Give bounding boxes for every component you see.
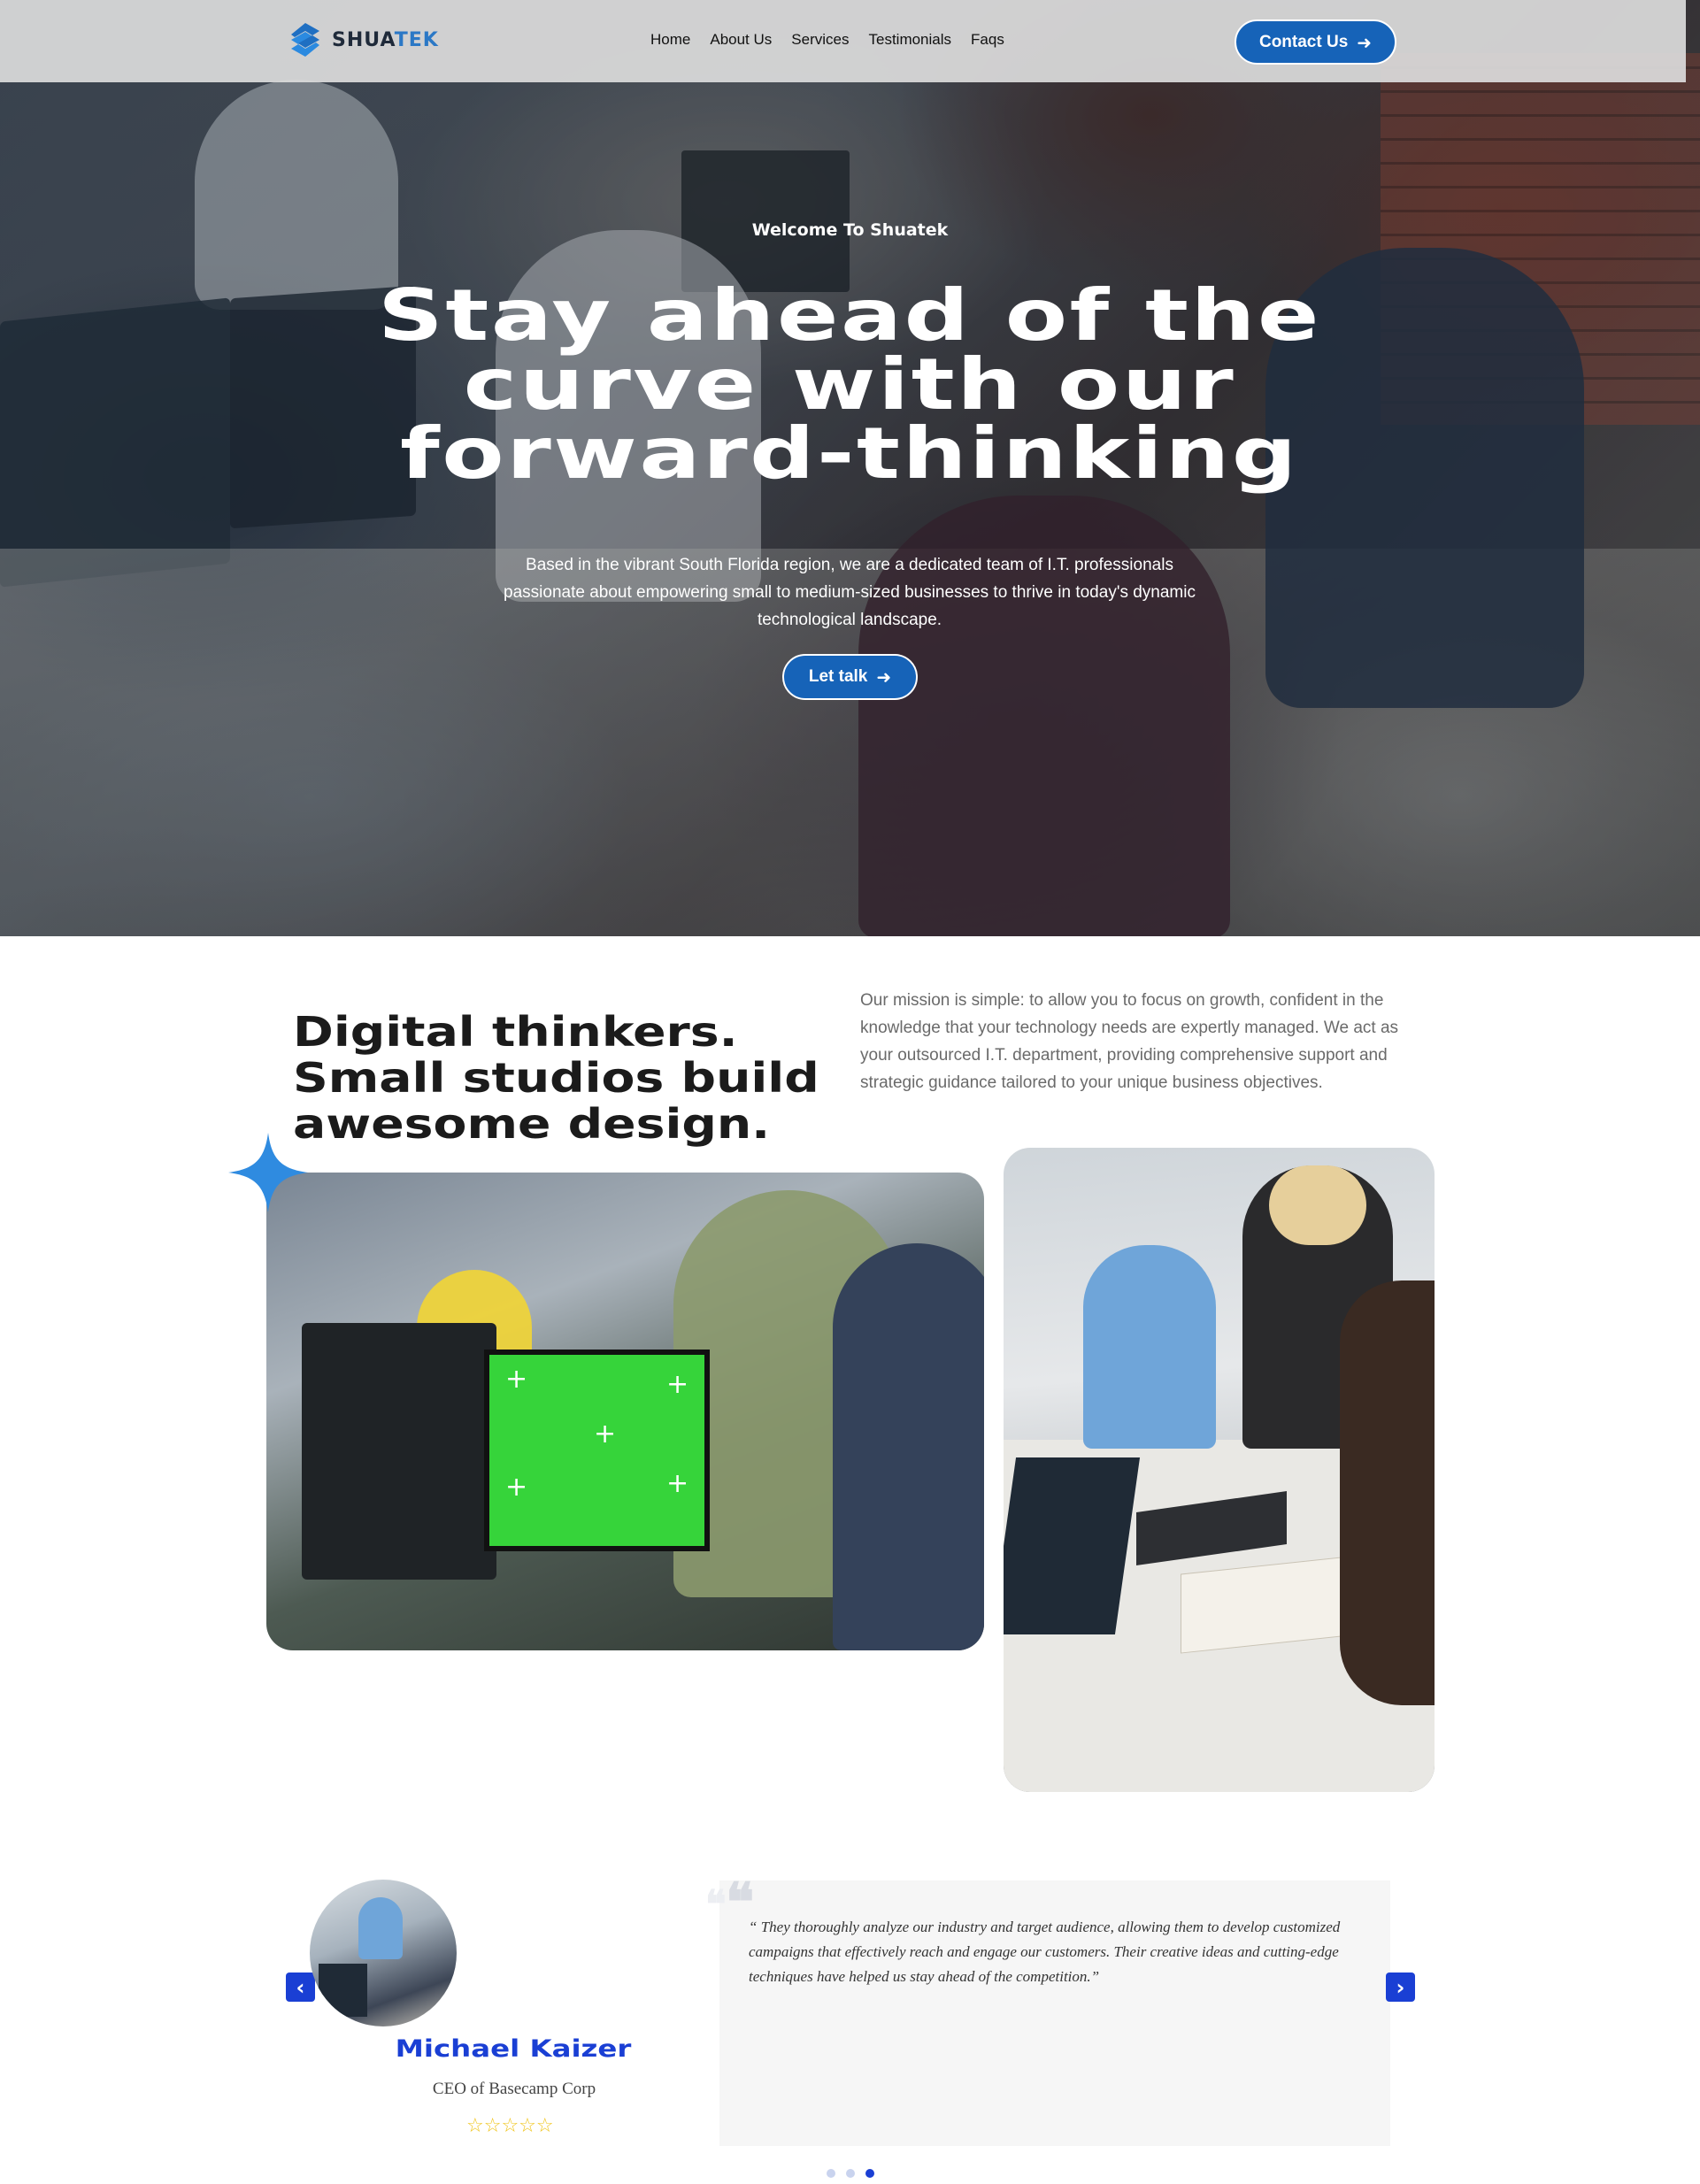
nav-home[interactable]: Home: [650, 31, 690, 49]
testimonial-avatar: [310, 1880, 457, 2026]
image-person: [833, 1243, 984, 1650]
hero-description: Based in the vibrant South Florida regio…: [504, 556, 1196, 629]
about-title-line: awesome design.: [293, 1100, 771, 1148]
site-header: SHUATEK Home About Us Services Testimoni…: [0, 0, 1686, 82]
nav-about-us[interactable]: About Us: [710, 31, 772, 49]
hero-section: SHUATEK Home About Us Services Testimoni…: [0, 0, 1700, 936]
star-rating: ☆☆☆☆☆: [466, 2115, 554, 2137]
hero-title-line: curve with our: [463, 343, 1236, 426]
shuatek-logo-icon: [291, 23, 319, 57]
hero-title-line: forward-thinking: [400, 412, 1299, 495]
chevron-right-icon: ›: [1396, 1974, 1405, 2000]
testimonial-next-button[interactable]: ›: [1386, 1973, 1415, 2002]
hero-title: Stay ahead of the curve with our forward…: [170, 274, 1529, 495]
sparkle-icon: [228, 1133, 308, 1212]
hero-eyebrow: Welcome To Shuatek: [751, 220, 949, 240]
nav-testimonials[interactable]: Testimonials: [868, 31, 951, 49]
nav-services[interactable]: Services: [791, 31, 849, 49]
about-title-line: Digital thinkers.: [293, 1008, 738, 1056]
contact-us-label: Contact Us: [1258, 32, 1349, 51]
testimonial-prev-button[interactable]: ‹: [286, 1973, 315, 2002]
lets-talk-label: Let talk: [808, 667, 868, 686]
image-person: [1340, 1280, 1435, 1705]
office-team-image: [1004, 1148, 1435, 1792]
green-screen-monitor: + + + + +: [484, 1350, 710, 1551]
main-nav: Home About Us Services Testimonials Faqs: [650, 31, 1004, 49]
testimonial-name: Michael Kaizer: [395, 2035, 632, 2063]
testimonial-role: CEO of Basecamp Corp: [432, 2080, 596, 2098]
arrow-right-icon: ➜: [876, 666, 892, 688]
image-person: [1083, 1245, 1216, 1449]
carousel-dot-active[interactable]: [865, 2169, 874, 2178]
arrow-right-icon: ➜: [1357, 31, 1373, 53]
hero-title-line: Stay ahead of the: [378, 274, 1321, 357]
mission-text: Our mission is simple: to allow you to f…: [860, 991, 1399, 1092]
logo[interactable]: SHUATEK: [286, 19, 439, 61]
about-title-line: Small studios build: [293, 1054, 819, 1102]
carousel-dot[interactable]: [846, 2169, 855, 2178]
carousel-dots: [827, 2169, 874, 2178]
about-title: Digital thinkers. Small studios build aw…: [293, 1009, 951, 1147]
logo-text: SHUATEK: [332, 28, 439, 51]
contact-us-button[interactable]: Contact Us ➜: [1235, 19, 1396, 65]
chevron-left-icon: ‹: [296, 1974, 305, 2000]
carousel-dot[interactable]: [827, 2169, 835, 2178]
nav-faqs[interactable]: Faqs: [971, 31, 1004, 49]
lets-talk-button[interactable]: Let talk ➜: [782, 654, 918, 700]
testimonial-quote: “ They thoroughly analyze our industry a…: [749, 1919, 1341, 1985]
image-monitor: [302, 1323, 496, 1580]
team-monitor-image: + + + + +: [266, 1173, 984, 1650]
quote-icon: ❝: [705, 1883, 727, 1926]
